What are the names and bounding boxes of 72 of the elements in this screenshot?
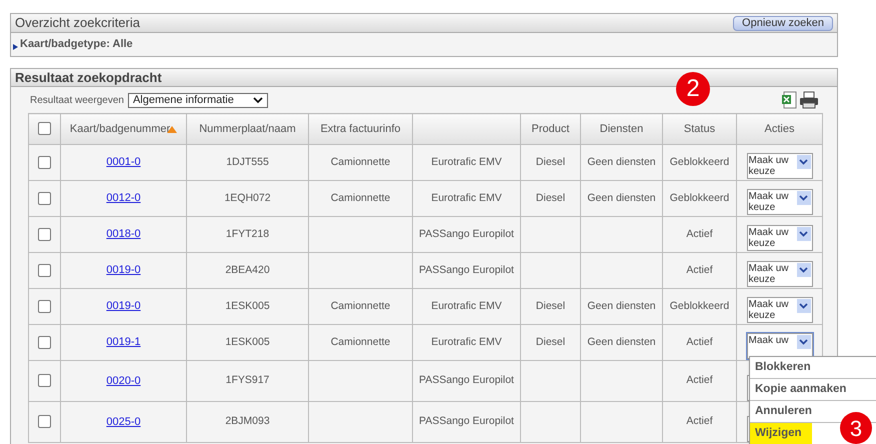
card-number-link[interactable]: 0025-0 [106, 416, 141, 428]
table-cell: 1FYS917 [186, 360, 308, 402]
table-cell: Geen diensten [580, 144, 662, 180]
table-cell: Diesel [520, 324, 580, 360]
menu-item[interactable]: Kopie aanmaken [750, 379, 876, 401]
menu-item[interactable]: Wijzigen [750, 423, 812, 444]
action-select[interactable]: Maak uw [746, 332, 812, 358]
card-number-link[interactable]: 0020-0 [106, 374, 141, 387]
table-cell: Diesel [520, 144, 580, 180]
chevron-down-icon [252, 96, 263, 104]
row-checkbox[interactable] [38, 336, 51, 349]
table-cell: PASSango Europilot [412, 360, 520, 402]
printer-icon[interactable] [799, 91, 819, 109]
table-cell: 1EQH072 [186, 180, 308, 216]
table-cell: Camionnette [308, 324, 412, 360]
table-cell: PASSango Europilot [412, 402, 520, 442]
criteria-expander[interactable]: Kaart/badgetype: Alle [13, 36, 133, 53]
table-cell: Eurotrafic EMV [412, 288, 520, 324]
action-select[interactable]: Maak uw keuze [746, 224, 812, 250]
row-checkbox[interactable] [38, 264, 51, 277]
excel-export-icon[interactable] [781, 91, 797, 109]
table-cell: Actief [662, 360, 736, 402]
table-cell: Geen diensten [580, 324, 662, 360]
table-cell: 2BJM093 [186, 402, 308, 442]
card-number-link[interactable]: 0018-0 [106, 228, 141, 240]
table-cell: PASSango Europilot [412, 216, 520, 252]
table-cell: Eurotrafic EMV [412, 324, 520, 360]
table-cell: 1ESK005 [186, 288, 308, 324]
card-number-link[interactable]: 0019-1 [106, 336, 141, 348]
column-header[interactable]: Acties [764, 120, 794, 138]
action-select[interactable]: Maak uw keuze [746, 188, 812, 214]
search-again-button[interactable]: Opnieuw zoeken [733, 16, 833, 30]
table-cell: Actief [662, 402, 736, 442]
action-select[interactable]: Maak uw keuze [746, 296, 812, 322]
table-cell: Geblokkeerd [662, 144, 736, 180]
table-cell: Eurotrafic EMV [412, 144, 520, 180]
card-number-link[interactable]: 0001-0 [106, 156, 141, 168]
view-label: Resultaat weergeven [30, 94, 124, 108]
row-checkbox[interactable] [38, 156, 51, 169]
table-cell: Geblokkeerd [662, 180, 736, 216]
table-cell: Camionnette [308, 288, 412, 324]
table-cell: Geblokkeerd [662, 288, 736, 324]
table-cell: Actief [662, 252, 736, 288]
select-all-checkbox[interactable] [38, 122, 51, 136]
table-cell: 2BEA420 [186, 252, 308, 288]
table-cell: PASSango Europilot [412, 252, 520, 288]
row-checkbox[interactable] [38, 228, 51, 241]
row-checkbox[interactable] [38, 192, 51, 205]
card-number-link[interactable]: 0019-0 [106, 300, 141, 312]
table-cell: Diesel [520, 180, 580, 216]
table-cell: 1ESK005 [186, 324, 308, 360]
card-number-link[interactable]: 0012-0 [106, 192, 141, 204]
table-cell: Camionnette [308, 144, 412, 180]
table-cell: Eurotrafic EMV [412, 180, 520, 216]
table-cell: Camionnette [308, 180, 412, 216]
panel-title: Resultaat zoekopdracht [15, 68, 162, 87]
menu-item[interactable]: Blokkeren [750, 357, 876, 379]
panel-title: Overzicht zoekcriteria [15, 14, 140, 32]
action-select[interactable]: Maak uw keuze [746, 152, 812, 178]
action-select[interactable]: Maak uw keuze [746, 260, 812, 286]
table-cell: 1FYT218 [186, 216, 308, 252]
row-checkbox[interactable] [38, 415, 51, 428]
table-cell: Geen diensten [580, 288, 662, 324]
table-cell: 1DJT555 [186, 144, 308, 180]
row-checkbox[interactable] [38, 374, 51, 388]
view-select[interactable]: Algemene informatie [128, 92, 268, 108]
row-checkbox[interactable] [38, 300, 51, 313]
table-cell: Actief [662, 216, 736, 252]
table-cell: Geen diensten [580, 180, 662, 216]
table-cell: Actief [662, 324, 736, 360]
table-cell: Diesel [520, 288, 580, 324]
card-number-link[interactable]: 0019-0 [106, 264, 141, 276]
